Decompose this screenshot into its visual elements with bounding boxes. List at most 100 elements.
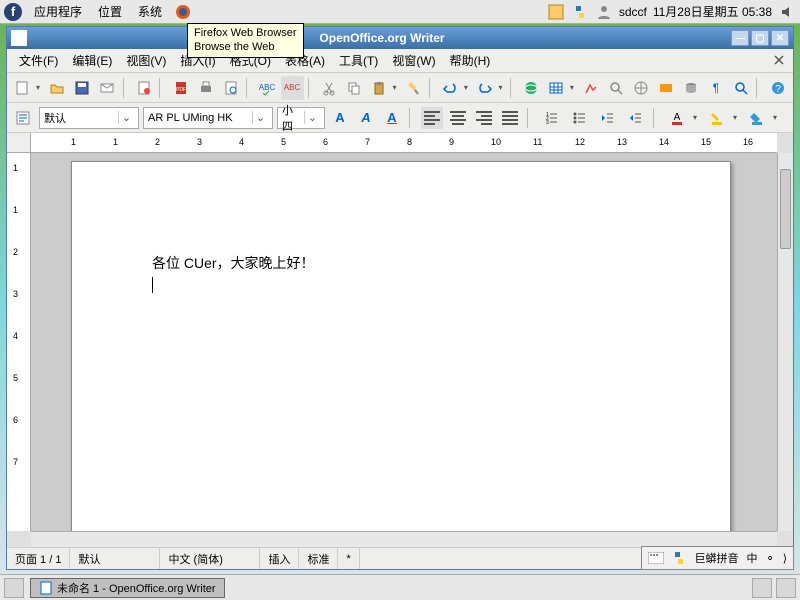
font-size-combo[interactable]: 小四⌄ bbox=[277, 107, 325, 129]
firefox-launcher[interactable] bbox=[174, 3, 192, 21]
vertical-ruler[interactable]: 11234567 bbox=[7, 153, 31, 531]
print-button[interactable] bbox=[194, 76, 217, 100]
vertical-scrollbar[interactable] bbox=[777, 153, 793, 531]
document-page[interactable]: 各位 CUer，大家晚上好！ bbox=[71, 161, 731, 531]
undo-button[interactable] bbox=[439, 76, 462, 100]
menu-edit[interactable]: 编辑(E) bbox=[66, 50, 118, 71]
show-desktop-button[interactable] bbox=[4, 578, 24, 598]
underline-button[interactable]: A bbox=[381, 107, 403, 129]
titlebar[interactable]: OpenOffice.org Writer — ▢ ✕ bbox=[7, 27, 793, 49]
align-justify-button[interactable] bbox=[499, 107, 521, 129]
redo-button[interactable] bbox=[473, 76, 496, 100]
minimize-button[interactable]: — bbox=[731, 30, 749, 46]
align-right-button[interactable] bbox=[473, 107, 495, 129]
copy-button[interactable] bbox=[343, 76, 366, 100]
hyperlink-button[interactable] bbox=[520, 76, 543, 100]
email-button[interactable] bbox=[96, 76, 119, 100]
pdf-button[interactable]: PDF bbox=[169, 76, 192, 100]
table-button[interactable] bbox=[545, 76, 568, 100]
scrollbar-thumb[interactable] bbox=[780, 169, 791, 249]
navigator-button[interactable] bbox=[629, 76, 652, 100]
chevron-down-icon[interactable]: ⌄ bbox=[118, 111, 134, 124]
apps-menu[interactable]: 应用程序 bbox=[30, 3, 86, 20]
volume-icon[interactable] bbox=[778, 3, 796, 21]
font-name-combo[interactable]: AR PL UMing HK⌄ bbox=[143, 107, 273, 129]
nonprinting-button[interactable]: ¶ bbox=[704, 76, 727, 100]
status-page[interactable]: 页面 1 / 1 bbox=[7, 548, 70, 569]
increase-indent-button[interactable] bbox=[623, 106, 647, 130]
font-color-button[interactable]: A bbox=[665, 106, 689, 130]
styles-button[interactable] bbox=[11, 106, 35, 130]
highlight-dropdown[interactable]: ▾ bbox=[733, 113, 741, 122]
horizontal-scrollbar[interactable] bbox=[31, 531, 777, 547]
status-selection-mode[interactable]: 标准 bbox=[299, 548, 338, 569]
italic-button[interactable]: A bbox=[355, 107, 377, 129]
trash-icon[interactable] bbox=[776, 578, 796, 598]
clock[interactable]: 11月28日星期五 05:38 bbox=[653, 3, 772, 20]
zoom-button[interactable] bbox=[729, 76, 752, 100]
menu-window[interactable]: 视窗(W) bbox=[386, 50, 441, 71]
places-menu[interactable]: 位置 bbox=[94, 3, 126, 20]
system-menu[interactable]: 系统 bbox=[134, 3, 166, 20]
cut-button[interactable] bbox=[318, 76, 341, 100]
bgcolor-dropdown[interactable]: ▾ bbox=[773, 113, 781, 122]
fontcolor-dropdown[interactable]: ▾ bbox=[693, 113, 701, 122]
close-button[interactable]: ✕ bbox=[771, 30, 789, 46]
table-dropdown[interactable]: ▾ bbox=[570, 83, 578, 92]
python-icon[interactable] bbox=[571, 3, 589, 21]
autospell-button[interactable]: ABC bbox=[281, 76, 304, 100]
menu-help[interactable]: 帮助(H) bbox=[444, 50, 497, 71]
redo-dropdown[interactable]: ▾ bbox=[498, 83, 506, 92]
username[interactable]: sdccf bbox=[619, 5, 647, 19]
note-icon[interactable] bbox=[547, 3, 565, 21]
document-text[interactable]: 各位 CUer，大家晚上好！ bbox=[152, 252, 650, 297]
align-center-button[interactable] bbox=[447, 107, 469, 129]
status-insert-mode[interactable]: 插入 bbox=[260, 548, 299, 569]
paragraph-style-combo[interactable]: 默认⌄ bbox=[39, 107, 139, 129]
paste-dropdown[interactable]: ▾ bbox=[392, 83, 400, 92]
save-button[interactable] bbox=[71, 76, 94, 100]
bgcolor-button[interactable] bbox=[745, 106, 769, 130]
ime-python-icon[interactable] bbox=[672, 551, 686, 565]
menu-file[interactable]: 文件(F) bbox=[13, 50, 64, 71]
status-language[interactable]: 中文 (简体) bbox=[160, 548, 260, 569]
workspace-switcher[interactable] bbox=[752, 578, 772, 598]
open-button[interactable] bbox=[46, 76, 69, 100]
horizontal-ruler[interactable]: 112345678910111213141516 bbox=[31, 133, 777, 153]
user-icon[interactable] bbox=[595, 3, 613, 21]
find-button[interactable] bbox=[604, 76, 627, 100]
menubar-close-icon[interactable] bbox=[773, 54, 787, 68]
preview-button[interactable] bbox=[219, 76, 242, 100]
chevron-down-icon[interactable]: ⌄ bbox=[252, 111, 268, 124]
ime-keyboard-icon[interactable] bbox=[648, 552, 664, 564]
ime-lang[interactable]: 中 bbox=[746, 550, 757, 566]
taskbar-writer[interactable]: 未命名 1 - OpenOffice.org Writer bbox=[30, 578, 225, 598]
menu-tools[interactable]: 工具(T) bbox=[333, 50, 384, 71]
ime-expand-icon[interactable]: ⟩ bbox=[783, 552, 787, 565]
status-modified[interactable]: * bbox=[338, 548, 359, 569]
bold-button[interactable]: A bbox=[329, 107, 351, 129]
ime-more-icon[interactable]: ⚬ bbox=[765, 552, 774, 565]
undo-dropdown[interactable]: ▾ bbox=[464, 83, 472, 92]
decrease-indent-button[interactable] bbox=[595, 106, 619, 130]
format-paintbrush-button[interactable] bbox=[402, 76, 425, 100]
menu-view[interactable]: 视图(V) bbox=[120, 50, 172, 71]
maximize-button[interactable]: ▢ bbox=[751, 30, 769, 46]
fedora-logo[interactable]: f bbox=[4, 3, 22, 21]
help-button[interactable]: ? bbox=[766, 76, 789, 100]
status-style[interactable]: 默认 bbox=[70, 548, 160, 569]
highlight-button[interactable] bbox=[705, 106, 729, 130]
numbering-button[interactable]: 123 bbox=[539, 106, 563, 130]
align-left-button[interactable] bbox=[421, 107, 443, 129]
bullets-button[interactable] bbox=[567, 106, 591, 130]
datasources-button[interactable] bbox=[679, 76, 702, 100]
gallery-button[interactable] bbox=[654, 76, 677, 100]
show-draw-button[interactable] bbox=[579, 76, 602, 100]
chevron-down-icon[interactable]: ⌄ bbox=[304, 111, 320, 124]
edit-doc-button[interactable] bbox=[132, 76, 155, 100]
document-viewport[interactable]: 各位 CUer，大家晚上好！ bbox=[31, 153, 777, 531]
new-button[interactable] bbox=[11, 76, 34, 100]
ime-panel[interactable]: 巨蟒拼音 中 ⚬ ⟩ bbox=[641, 546, 794, 570]
paste-button[interactable] bbox=[368, 76, 391, 100]
new-dropdown[interactable]: ▾ bbox=[36, 83, 44, 92]
